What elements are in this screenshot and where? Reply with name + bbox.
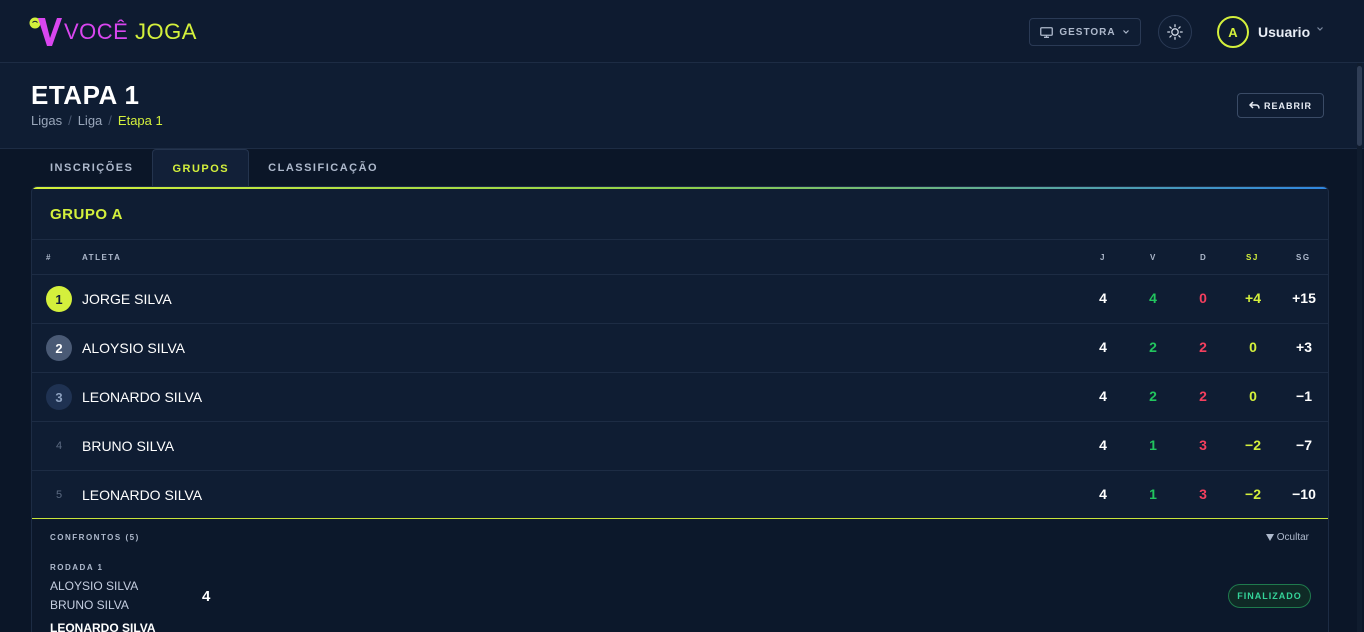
athlete-name: ALOYSIO SILVA <box>82 340 185 356</box>
page-header: ETAPA 1 Ligas / Liga / Etapa 1 REABRIR <box>0 63 1364 149</box>
tab-inscricoes[interactable]: INSCRIÇÕES <box>31 149 152 187</box>
losses-value: 2 <box>1199 388 1207 404</box>
reabrir-label: REABRIR <box>1263 100 1312 111</box>
group-card: GRUPO A # ATLETA J V D SJ SG 1 JORGE SIL… <box>31 186 1329 632</box>
column-header-rank: # <box>46 253 52 262</box>
losses-value: 2 <box>1199 339 1207 355</box>
athlete-name: JORGE SILVA <box>82 291 172 307</box>
logo-mark-icon <box>28 16 62 48</box>
games-value: 4 <box>1099 437 1107 453</box>
breadcrumb-separator: / <box>108 113 112 128</box>
games-value: 4 <box>1099 339 1107 355</box>
games-value: 4 <box>1099 388 1107 404</box>
column-header-d: D <box>1200 253 1208 262</box>
top-bar: VOCÊ JOGA GESTORA A Usuario <box>0 0 1364 63</box>
match-status-badge: FINALIZADO <box>1228 584 1311 608</box>
sj-value: −2 <box>1245 486 1261 502</box>
athlete-name: LEONARDO SILVA <box>82 389 203 405</box>
sg-value: +3 <box>1296 339 1312 355</box>
wins-value: 2 <box>1149 388 1157 404</box>
matches-label: CONFRONTOS (5) <box>50 533 140 542</box>
table-row[interactable]: 3 LEONARDO SILVA 4 2 2 0 −1 <box>32 372 1328 421</box>
rank-badge: 1 <box>46 286 72 312</box>
rank-number: 5 <box>55 489 63 501</box>
rank-badge: 3 <box>46 384 72 410</box>
brand-name: VOCÊ JOGA <box>64 19 197 45</box>
sj-value: +4 <box>1245 290 1261 306</box>
avatar[interactable]: A <box>1217 16 1249 48</box>
card-accent-line <box>32 187 1328 189</box>
tab-bar: INSCRIÇÕES GRUPOS CLASSIFICAÇÃO <box>31 149 397 187</box>
wins-value: 2 <box>1149 339 1157 355</box>
sun-icon <box>1167 24 1183 40</box>
tab-grupos[interactable]: GRUPOS <box>152 149 250 187</box>
brand-logo[interactable]: VOCÊ JOGA <box>28 16 197 48</box>
sg-value: −7 <box>1296 437 1312 453</box>
reply-icon <box>1248 101 1260 109</box>
table-row[interactable]: 1 JORGE SILVA 4 4 0 +4 +15 <box>32 274 1328 323</box>
match-player-1: ALOYSIO SILVA <box>50 579 139 593</box>
breadcrumb-item-current: Etapa 1 <box>117 113 163 128</box>
user-menu-chevron-down-icon[interactable] <box>1316 26 1324 32</box>
divider <box>32 239 1328 240</box>
losses-value: 3 <box>1199 437 1207 453</box>
column-header-j: J <box>1100 253 1106 262</box>
round-label: RODADA 1 <box>50 563 104 572</box>
gestora-label: GESTORA <box>1059 26 1116 38</box>
scrollbar-thumb[interactable] <box>1357 66 1362 146</box>
table-row[interactable]: 5 LEONARDO SILVA 4 1 3 −2 −10 <box>32 470 1328 519</box>
brand-name-part1: VOCÊ <box>64 19 129 44</box>
next-match-player: LEONARDO SILVA <box>50 621 156 632</box>
wins-value: 4 <box>1149 290 1157 306</box>
column-header-v: V <box>1150 253 1157 262</box>
sg-value: −10 <box>1292 486 1316 502</box>
breadcrumb-separator: / <box>68 113 72 128</box>
match-score: 4 <box>202 588 211 605</box>
scrollbar-track[interactable] <box>1357 63 1362 632</box>
sg-value: −1 <box>1296 388 1312 404</box>
theme-toggle-button[interactable] <box>1158 15 1192 49</box>
sj-value: −2 <box>1245 437 1261 453</box>
sj-value: 0 <box>1249 339 1257 355</box>
losses-value: 0 <box>1199 290 1207 306</box>
rank-badge: 2 <box>46 335 72 361</box>
monitor-icon <box>1040 26 1054 38</box>
breadcrumb-item-liga[interactable]: Liga <box>78 113 103 128</box>
athlete-name: LEONARDO SILVA <box>82 487 203 503</box>
losses-value: 3 <box>1199 486 1207 502</box>
user-name[interactable]: Usuario <box>1258 24 1310 40</box>
sj-value: 0 <box>1249 388 1257 404</box>
column-header-sj: SJ <box>1246 253 1259 262</box>
games-value: 4 <box>1099 290 1107 306</box>
match-player-2: BRUNO SILVA <box>50 598 129 612</box>
triangle-down-icon <box>1266 534 1274 541</box>
page-title: ETAPA 1 <box>31 80 140 110</box>
hide-matches-label: Ocultar <box>1276 532 1310 543</box>
wins-value: 1 <box>1149 486 1157 502</box>
table-row[interactable]: 4 BRUNO SILVA 4 1 3 −2 −7 <box>32 421 1328 470</box>
breadcrumb: Ligas / Liga / Etapa 1 <box>31 113 163 128</box>
column-header-sg: SG <box>1296 253 1311 262</box>
reabrir-button[interactable]: REABRIR <box>1237 93 1324 118</box>
sg-value: +15 <box>1292 290 1316 306</box>
group-title: GRUPO A <box>50 206 123 223</box>
gestora-dropdown-button[interactable]: GESTORA <box>1029 18 1141 46</box>
wins-value: 1 <box>1149 437 1157 453</box>
brand-name-part2: JOGA <box>134 19 197 44</box>
tab-classificacao[interactable]: CLASSIFICAÇÃO <box>249 149 397 187</box>
chevron-down-icon <box>1122 30 1129 34</box>
column-header-athlete: ATLETA <box>82 253 122 262</box>
breadcrumb-item-ligas[interactable]: Ligas <box>31 113 62 128</box>
hide-matches-toggle[interactable]: Ocultar <box>1266 532 1309 543</box>
rank-number: 4 <box>55 440 63 452</box>
table-row[interactable]: 2 ALOYSIO SILVA 4 2 2 0 +3 <box>32 323 1328 372</box>
matches-section: CONFRONTOS (5) Ocultar RODADA 1 ALOYSIO … <box>32 518 1328 632</box>
games-value: 4 <box>1099 486 1107 502</box>
athlete-name: BRUNO SILVA <box>82 438 175 454</box>
